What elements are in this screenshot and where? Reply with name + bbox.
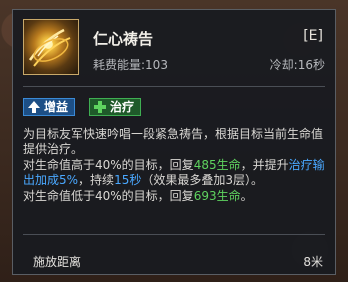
- range-value: 8米: [303, 255, 323, 269]
- skill-icon: [23, 19, 79, 75]
- cost-row: 耗费能量:103 冷却:16秒: [93, 56, 325, 73]
- skill-description: 为目标友军快速吟唱一段紧急祷告，根据目标当前生命值提供治疗。 对生命值高于40%…: [23, 127, 329, 204]
- energy-cost: 耗费能量:103: [93, 58, 168, 72]
- up-arrow-icon: [27, 100, 41, 114]
- divider: [23, 234, 325, 235]
- buff-duration: 15秒: [114, 173, 142, 188]
- cooldown: 冷却:16秒: [269, 58, 325, 72]
- divider: [23, 86, 325, 87]
- tag-heal-label: 治疗: [110, 100, 135, 114]
- range-row: 施放距离 8米: [33, 253, 323, 270]
- heal-amount-high: 485生命: [193, 157, 241, 172]
- desc-paragraph-2: 对生命值高于40%的目标，回复485生命，并提升治疗输出加成5%，持续15秒（效…: [23, 157, 325, 188]
- tag-heal: 治疗: [89, 98, 142, 116]
- desc-paragraph-1: 为目标友军快速吟唱一段紧急祷告，根据目标当前生命值提供治疗。: [23, 127, 324, 157]
- tag-buff-label: 增益: [44, 100, 69, 114]
- plus-icon: [93, 100, 107, 114]
- range-label: 施放距离: [33, 255, 82, 269]
- skill-name: 仁心祷告: [93, 30, 154, 48]
- skill-hotkey: [E]: [303, 28, 323, 44]
- skill-tooltip: 仁心祷告 [E] 耗费能量:103 冷却:16秒 增益 治疗 为目标友军快速吟唱…: [12, 9, 336, 275]
- desc-paragraph-3: 对生命值低于40%的目标，回复693生命。: [23, 188, 253, 203]
- tag-buff: 增益: [23, 98, 76, 116]
- heal-amount-low: 693生命: [193, 188, 241, 203]
